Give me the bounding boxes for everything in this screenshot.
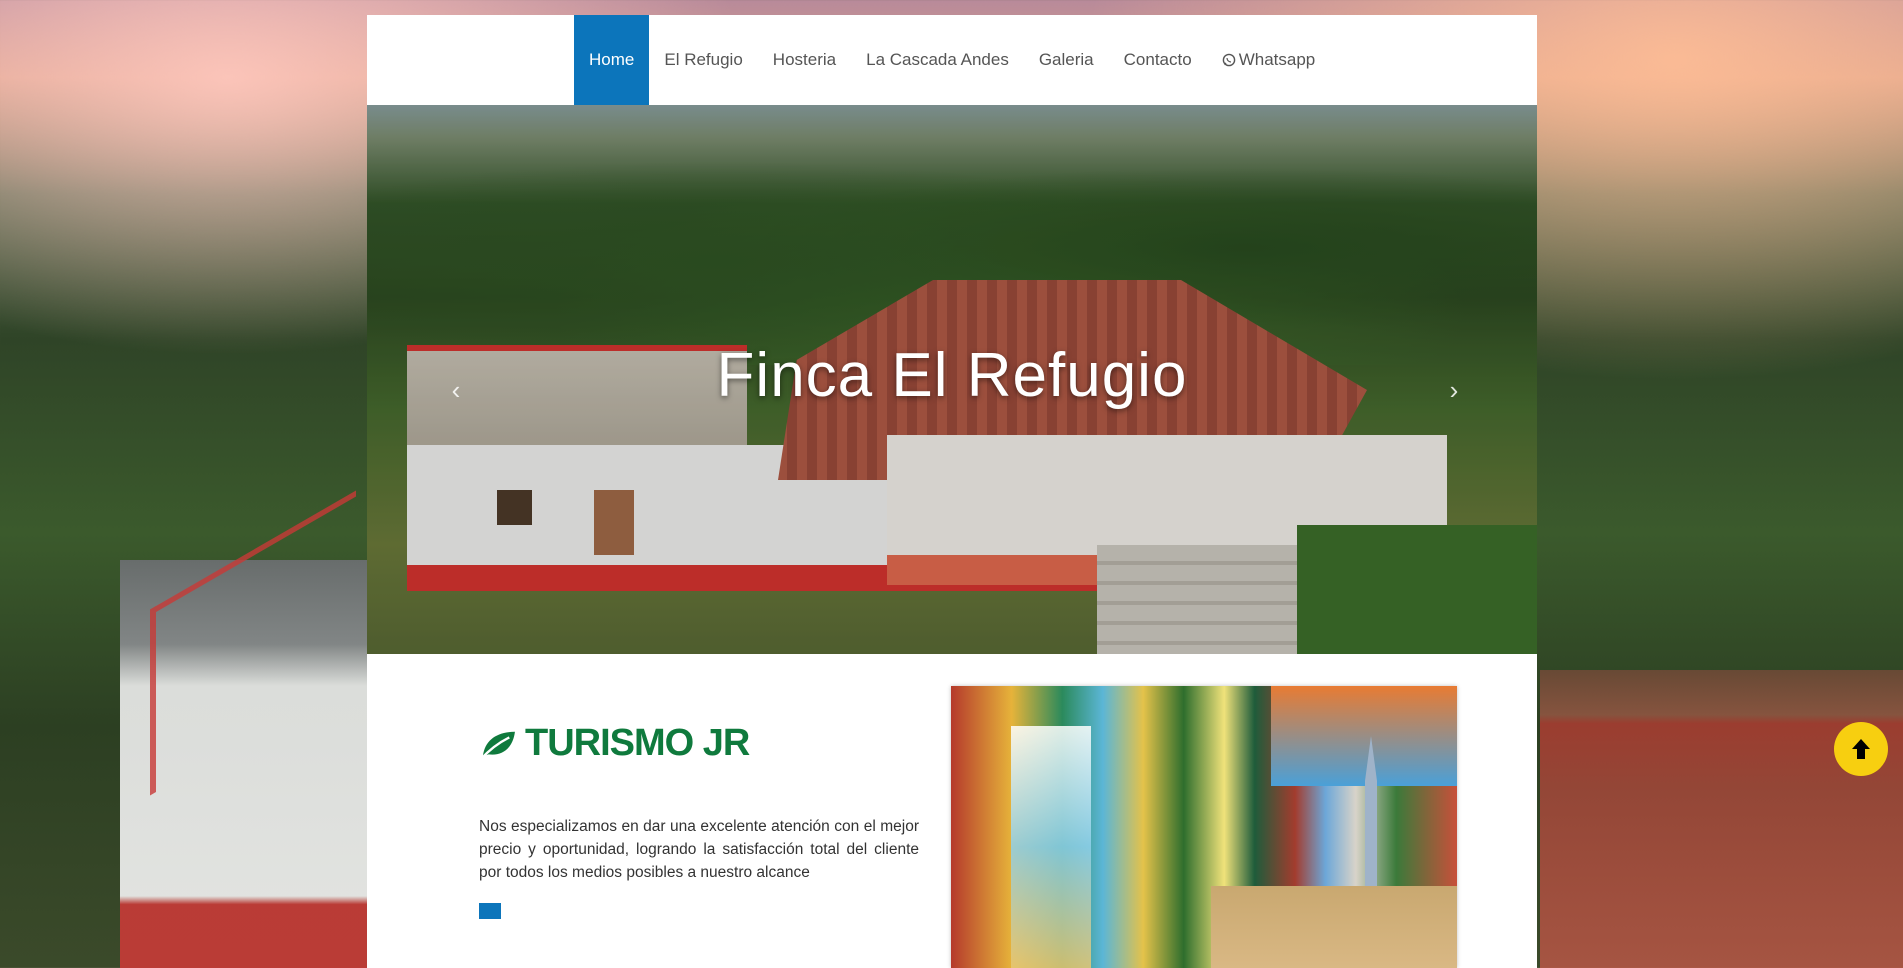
nav-item-contacto[interactable]: Contacto [1109,15,1207,105]
nav-item-galeria[interactable]: Galeria [1024,15,1109,105]
intro-description: Nos especializamos en dar una excelente … [479,817,919,881]
hero-title: Finca El Refugio [716,341,1188,410]
brand-heading: TURISMO JR [479,722,750,765]
nav-item-label: Whatsapp [1238,50,1316,69]
nav-item-label: Home [589,50,635,69]
background-roof [1540,670,1903,968]
carousel-prev-button[interactable]: ‹ [446,375,466,406]
page-container: Home El Refugio Hosteria La Cascada Ande… [367,15,1537,968]
nav-item-la-cascada-andes[interactable]: La Cascada Andes [851,15,1024,105]
nav-item-label: Hosteria [772,50,837,69]
nav-item-label: Galeria [1038,50,1094,69]
leaf-icon [480,731,515,760]
hero-carousel: Finca El Refugio ‹ › [367,105,1537,654]
mural-sky [1271,686,1457,786]
nav-item-label: El Refugio [664,50,743,69]
nav-item-hosteria[interactable]: Hosteria [758,15,851,105]
nav-list: Home El Refugio Hosteria La Cascada Ande… [574,15,1330,105]
brand-name: TURISMO JR [525,722,750,764]
nav-item-el-refugio[interactable]: El Refugio [649,15,757,105]
whatsapp-icon [1222,53,1235,67]
arrow-up-icon [1852,739,1870,759]
carousel-next-button[interactable]: › [1444,375,1464,406]
main-navbar: Home El Refugio Hosteria La Cascada Ande… [367,15,1537,105]
intro-section: TURISMO JR Nos especializamos en dar una… [367,654,1537,968]
nav-item-label: La Cascada Andes [866,50,1009,69]
nav-item-label: Contacto [1123,50,1192,69]
nav-item-whatsapp[interactable]: Whatsapp [1207,15,1331,105]
mural-floor [1211,886,1457,968]
slide-indicator[interactable] [479,903,501,919]
nav-item-home[interactable]: Home [574,15,650,105]
mural-image [951,686,1457,968]
back-to-top-button[interactable] [1834,722,1888,776]
mural-waterfall [1011,726,1091,968]
